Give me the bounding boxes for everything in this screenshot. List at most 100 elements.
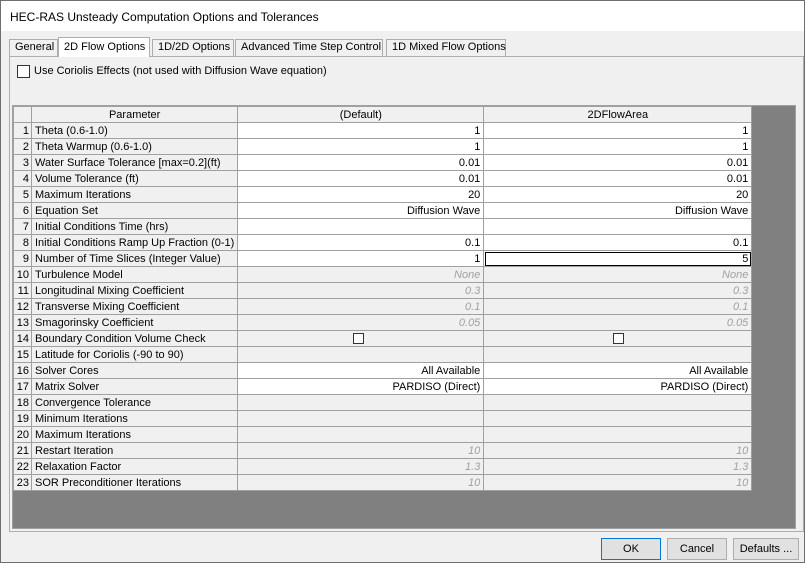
- tab-advanced-time-step-control[interactable]: Advanced Time Step Control: [235, 39, 383, 56]
- row-number: 6: [13, 202, 32, 219]
- default-value-cell[interactable]: [237, 218, 485, 235]
- row-number: 2: [13, 138, 32, 155]
- table-row: 11 Longitudinal Mixing Coefficient 0.3 0.3: [13, 282, 753, 299]
- area-value-cell: 10: [483, 442, 753, 459]
- tab-1d-mixed-flow-options[interactable]: 1D Mixed Flow Options: [386, 39, 506, 56]
- row-number-header: [13, 106, 32, 123]
- row-number: 9: [13, 250, 32, 267]
- row-number: 1: [13, 122, 32, 139]
- coriolis-option[interactable]: Use Coriolis Effects (not used with Diff…: [17, 64, 327, 78]
- parameter-name: Boundary Condition Volume Check: [30, 330, 239, 347]
- table-row: 17 Matrix Solver PARDISO (Direct) PARDISO (…: [13, 378, 753, 395]
- default-value-cell[interactable]: Diffusion Wave: [237, 202, 485, 219]
- default-value-cell[interactable]: [237, 346, 485, 363]
- row-number: 12: [13, 298, 32, 315]
- row-number: 4: [13, 170, 32, 187]
- area-value-cell: 1.3: [483, 458, 753, 475]
- default-value-cell[interactable]: 0.01: [237, 154, 485, 171]
- parameter-name: SOR Preconditioner Iterations: [30, 474, 239, 491]
- cancel-button[interactable]: Cancel: [667, 538, 727, 560]
- area-value-cell[interactable]: 1: [483, 138, 753, 155]
- row-number: 8: [13, 234, 32, 251]
- table-row: 18 Convergence Tolerance: [13, 394, 753, 411]
- table-row: 9 Number of Time Slices (Integer Value) 1 5: [13, 250, 753, 267]
- table-row: 4 Volume Tolerance (ft) 0.01 0.01: [13, 170, 753, 187]
- area-value-cell[interactable]: [483, 426, 753, 443]
- default-value-cell[interactable]: [237, 330, 485, 347]
- table-row: 2 Theta Warmup (0.6-1.0) 1 1: [13, 138, 753, 155]
- parameter-name: Relaxation Factor: [30, 458, 239, 475]
- tab-1d-2d-options[interactable]: 1D/2D Options: [152, 39, 234, 56]
- default-value-cell[interactable]: 1: [237, 122, 485, 139]
- tab-general[interactable]: General: [9, 39, 58, 56]
- default-value-cell[interactable]: All Available: [237, 362, 485, 379]
- area-volume-check-checkbox[interactable]: [613, 333, 625, 345]
- row-number: 17: [13, 378, 32, 395]
- table-row: 12 Transverse Mixing Coefficient 0.1 0.1: [13, 298, 753, 315]
- row-number: 22: [13, 458, 32, 475]
- parameter-name: Matrix Solver: [30, 378, 239, 395]
- area-value-cell[interactable]: Diffusion Wave: [483, 202, 753, 219]
- parameter-name: Turbulence Model: [30, 266, 239, 283]
- parameter-name: Solver Cores: [30, 362, 239, 379]
- area-value-cell[interactable]: 0.01: [483, 170, 753, 187]
- area-value-cell[interactable]: 1: [483, 122, 753, 139]
- area-value-cell[interactable]: [483, 218, 753, 235]
- table-row: 1 Theta (0.6-1.0) 1 1: [13, 122, 753, 139]
- row-number: 13: [13, 314, 32, 331]
- default-volume-check-checkbox[interactable]: [353, 333, 365, 345]
- row-number: 14: [13, 330, 32, 347]
- default-value-cell[interactable]: 1: [237, 250, 485, 267]
- table-row: 23 SOR Preconditioner Iterations 10 10: [13, 474, 753, 491]
- window-title: HEC-RAS Unsteady Computation Options and…: [10, 10, 319, 24]
- default-value-cell[interactable]: 0.1: [237, 234, 485, 251]
- row-number: 21: [13, 442, 32, 459]
- area-column-header: 2DFlowArea: [483, 106, 753, 123]
- table-row: 6 Equation Set Diffusion Wave Diffusion Wav…: [13, 202, 753, 219]
- row-number: 3: [13, 154, 32, 171]
- row-number: 19: [13, 410, 32, 427]
- default-value-cell[interactable]: 1: [237, 138, 485, 155]
- area-value-cell[interactable]: 5: [483, 250, 753, 267]
- default-value-cell[interactable]: [237, 426, 485, 443]
- area-value-cell[interactable]: All Available: [483, 362, 753, 379]
- parameter-name: Restart Iteration: [30, 442, 239, 459]
- coriolis-checkbox[interactable]: [17, 64, 30, 78]
- row-number: 7: [13, 218, 32, 235]
- table-row: 20 Maximum Iterations: [13, 426, 753, 443]
- area-value-cell[interactable]: 0.1: [483, 234, 753, 251]
- row-number: 20: [13, 426, 32, 443]
- area-value-cell[interactable]: 0.01: [483, 154, 753, 171]
- table-row: 7 Initial Conditions Time (hrs): [13, 218, 753, 235]
- table-row: 5 Maximum Iterations 20 20: [13, 186, 753, 203]
- default-value-cell: 10: [237, 442, 485, 459]
- table-row: 15 Latitude for Coriolis (-90 to 90): [13, 346, 753, 363]
- row-number: 11: [13, 282, 32, 299]
- default-value-cell[interactable]: [237, 410, 485, 427]
- area-value-cell[interactable]: [483, 346, 753, 363]
- tab-2d-flow-options[interactable]: 2D Flow Options: [58, 37, 150, 57]
- default-value-cell[interactable]: PARDISO (Direct): [237, 378, 485, 395]
- parameter-name: Initial Conditions Ramp Up Fraction (0-1…: [30, 234, 239, 251]
- parameter-name: Smagorinsky Coefficient: [30, 314, 239, 331]
- parameter-name: Latitude for Coriolis (-90 to 90): [30, 346, 239, 363]
- default-value-cell: 0.1: [237, 298, 485, 315]
- parameter-name: Maximum Iterations: [30, 186, 239, 203]
- default-value-cell: None: [237, 266, 485, 283]
- ok-button[interactable]: OK: [601, 538, 661, 560]
- table-row: 3 Water Surface Tolerance [max=0.2](ft) 0.…: [13, 154, 753, 171]
- defaults-button[interactable]: Defaults ...: [733, 538, 799, 560]
- area-value-cell[interactable]: [483, 394, 753, 411]
- table-row: 19 Minimum Iterations: [13, 410, 753, 427]
- row-number: 15: [13, 346, 32, 363]
- area-value-cell[interactable]: [483, 410, 753, 427]
- area-value-cell[interactable]: PARDISO (Direct): [483, 378, 753, 395]
- table-row: 10 Turbulence Model None None: [13, 266, 753, 283]
- area-value-cell: 0.3: [483, 282, 753, 299]
- area-value-cell[interactable]: [483, 330, 753, 347]
- default-value-cell[interactable]: 20: [237, 186, 485, 203]
- default-value-cell: 0.3: [237, 282, 485, 299]
- default-value-cell[interactable]: 0.01: [237, 170, 485, 187]
- area-value-cell[interactable]: 20: [483, 186, 753, 203]
- default-value-cell[interactable]: [237, 394, 485, 411]
